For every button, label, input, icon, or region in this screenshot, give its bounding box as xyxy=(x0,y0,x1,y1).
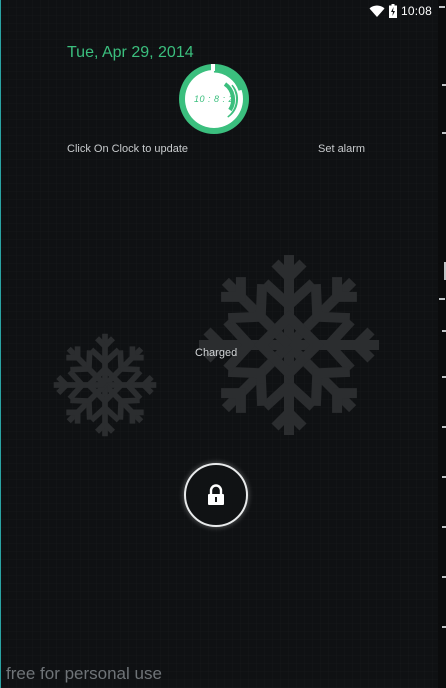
edge-tick xyxy=(442,576,446,578)
set-alarm-link[interactable]: Set alarm xyxy=(318,143,365,155)
clock-time: 10 : 8 : 2 xyxy=(193,94,235,104)
edge-tick xyxy=(442,132,446,134)
menu-dots-icon xyxy=(439,298,445,300)
unlock-button[interactable] xyxy=(184,463,248,527)
snowflake-icon xyxy=(196,255,382,438)
edge-tick xyxy=(442,476,446,478)
status-bar: 10:08 xyxy=(369,3,432,19)
edge-tick xyxy=(442,526,446,528)
edge-tick xyxy=(442,426,446,428)
snowflake-icon xyxy=(52,332,158,438)
menu-dots-icon xyxy=(439,6,445,8)
edge-tick xyxy=(442,84,446,86)
battery-status-text: Charged xyxy=(195,347,238,359)
clock-hint: Click On Clock to update xyxy=(67,143,189,155)
battery-charging-icon xyxy=(388,4,397,18)
status-time: 10:08 xyxy=(400,4,432,18)
edge-tick xyxy=(442,376,446,378)
edge-tick xyxy=(442,626,446,628)
right-edge-handle[interactable] xyxy=(438,0,446,688)
lock-icon xyxy=(208,484,224,505)
screen-edge xyxy=(0,0,1,688)
wifi-icon xyxy=(369,5,385,17)
watermark-text: free for personal use xyxy=(6,664,162,683)
edge-tick xyxy=(442,330,446,332)
clock-widget[interactable]: 10 : 8 : 2 xyxy=(175,60,253,138)
lockscreen: 10:08 Tue, Apr 29, 2014 10 : 8 : 2 Click… xyxy=(0,0,446,688)
